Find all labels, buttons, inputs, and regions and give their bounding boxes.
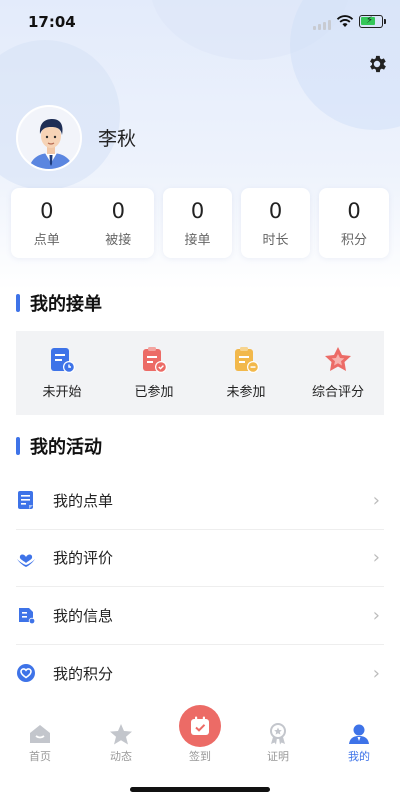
stat-label: 接单 (184, 233, 211, 248)
stat-value: 0 (268, 199, 283, 223)
username: 李秋 (98, 128, 137, 150)
tab-label: 证明 (267, 750, 289, 763)
list-item-my-reviews[interactable]: 我的评价 › (16, 530, 384, 587)
activity-list: 我的点单 › 我的评价 › 我的信息 › 我的积分 › (16, 472, 384, 702)
gear-icon[interactable] (366, 53, 388, 75)
stat-label: 时长 (262, 233, 289, 248)
list-item-my-orders[interactable]: 我的点单 › (16, 472, 384, 530)
section-title-text: 我的接单 (30, 294, 102, 315)
tab-label: 首页 (29, 750, 51, 763)
stat-label: 被接 (105, 233, 132, 248)
stat-value: 0 (40, 199, 54, 223)
list-item-label: 我的信息 (53, 606, 114, 625)
wifi-icon (336, 15, 354, 27)
star-icon (110, 724, 132, 745)
tab-home[interactable]: 首页 (10, 723, 70, 764)
section-title-my-orders: 我的接单 (16, 290, 102, 316)
stats-card-jie-dan: 0 接单 (163, 188, 232, 258)
award-icon (270, 723, 286, 745)
stat-bei-jie[interactable]: 0 被接 (83, 188, 155, 258)
stats-card-points: 0 积分 (319, 188, 389, 258)
clipboard-minus-icon (235, 347, 259, 373)
order-label: 未开始 (42, 385, 82, 400)
clipboard-check-icon (143, 347, 167, 373)
stat-points[interactable]: 0 积分 (319, 188, 389, 258)
section-accent-bar (16, 294, 20, 312)
calendar-clock-icon (51, 348, 75, 373)
order-not-started[interactable]: 未开始 (16, 331, 108, 415)
tab-label: 我的 (348, 750, 370, 763)
tab-sign-in[interactable] (179, 705, 221, 747)
order-label: 综合评分 (311, 385, 364, 400)
calendar-check-icon (191, 716, 209, 735)
chevron-right-icon: › (372, 547, 380, 569)
tab-certificate[interactable]: 证明 (248, 723, 308, 764)
list-item-label: 我的点单 (53, 491, 114, 510)
user-icon (349, 724, 369, 744)
stat-value: 0 (347, 199, 361, 223)
list-item-my-points[interactable]: 我的积分 › (16, 645, 384, 703)
cellular-signal-icon (313, 20, 331, 30)
battery-icon: ⚡ (359, 15, 386, 28)
stats-card-orders: 0 点单 0 被接 (11, 188, 154, 258)
stat-value: 0 (111, 199, 125, 223)
stat-jie-dan[interactable]: 0 接单 (163, 188, 232, 258)
home-icon (30, 725, 50, 743)
chevron-right-icon: › (372, 489, 380, 511)
stat-duration[interactable]: 0 时长 (241, 188, 310, 258)
stat-label: 积分 (340, 233, 367, 248)
info-card-icon (19, 608, 36, 625)
my-orders-panel: 未开始 已参加 未参加 综合评分 (16, 331, 384, 415)
tab-feed[interactable]: 动态 (91, 723, 151, 764)
tab-label: 签到 (189, 750, 211, 763)
section-title-my-activities: 我的活动 (16, 433, 102, 459)
section-title-text: 我的活动 (30, 437, 102, 458)
stats-card-duration: 0 时长 (241, 188, 310, 258)
document-icon (18, 491, 33, 510)
chevron-right-icon: › (372, 604, 380, 626)
order-label: 已参加 (134, 385, 174, 400)
order-not-joined[interactable]: 未参加 (200, 331, 292, 415)
avatar[interactable] (16, 105, 82, 171)
order-label: 未参加 (226, 385, 266, 400)
order-overall-rating[interactable]: 综合评分 (292, 331, 384, 415)
status-time: 17:04 (28, 13, 76, 31)
tab-me[interactable]: 我的 (329, 723, 389, 764)
order-joined[interactable]: 已参加 (108, 331, 200, 415)
stat-label: 点单 (33, 233, 60, 248)
tab-label: 动态 (110, 750, 132, 763)
list-item-label: 我的积分 (53, 664, 114, 683)
list-item-my-info[interactable]: 我的信息 › (16, 587, 384, 645)
stat-dian-dan[interactable]: 0 点单 (11, 188, 83, 258)
section-accent-bar (16, 437, 20, 455)
star-badge-icon (325, 347, 351, 371)
heart-circle-icon (17, 664, 35, 683)
home-indicator (130, 787, 270, 792)
status-bar: 17:04 ⚡ (0, 0, 400, 44)
list-item-label: 我的评价 (53, 549, 114, 568)
chevron-right-icon: › (372, 662, 380, 684)
stat-value: 0 (190, 199, 205, 223)
heart-hands-icon (17, 554, 35, 567)
